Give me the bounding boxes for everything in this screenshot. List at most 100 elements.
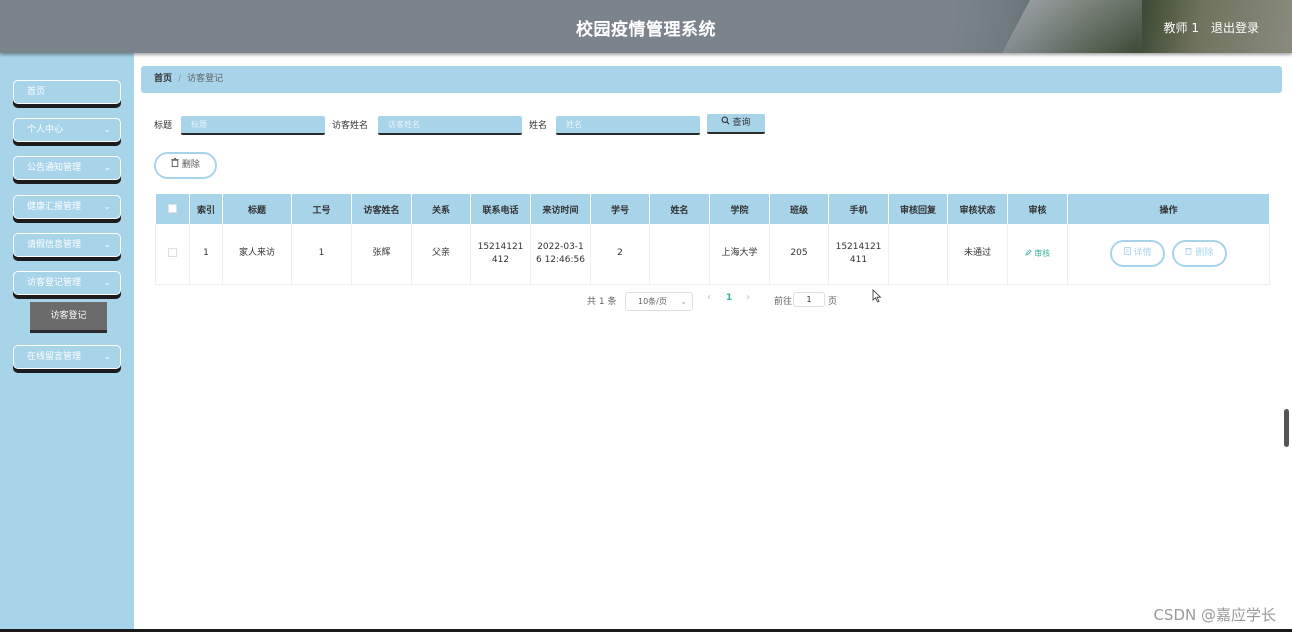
trash-icon <box>1185 248 1195 258</box>
query-button[interactable]: 查询 <box>707 114 765 134</box>
row-delete-button[interactable]: 删除 <box>1171 240 1227 268</box>
sidebar-item-label: 个人中心 <box>27 125 64 135</box>
detail-button[interactable]: 详情 <box>1110 240 1166 268</box>
bulk-delete-button[interactable]: 删除 <box>154 152 217 179</box>
row-delete-label: 删除 <box>1195 248 1214 259</box>
cell-audit-status: 未通过 <box>947 224 1008 285</box>
table-header-cell: 手机 <box>828 194 889 224</box>
select-all-checkbox[interactable] <box>167 204 177 213</box>
search-visitor-name-label: 访客姓名 <box>332 121 369 131</box>
table-header-cell: 姓名 <box>649 194 710 224</box>
detail-button-label: 详情 <box>1133 248 1152 259</box>
cell-student-no: 2 <box>590 224 650 285</box>
cell-phone: 15214121412 <box>470 224 531 285</box>
chevron-down-icon: ⌄ <box>103 163 111 173</box>
chevron-down-icon: ⌄ <box>103 278 111 288</box>
table-header-cell: 审核回复 <box>888 194 948 224</box>
table-header-cell: 工号 <box>291 194 352 224</box>
goto-label: 前往 <box>774 297 793 307</box>
cell-work-no: 1 <box>291 224 352 285</box>
sidebar-item-visitor[interactable]: 访客登记管理 ⌄ <box>13 271 121 295</box>
sidebar-item-label: 访客登记管理 <box>27 278 82 288</box>
search-name-input[interactable] <box>556 116 700 135</box>
document-icon <box>1123 247 1134 258</box>
cell-audit-reply <box>888 224 948 285</box>
table-header-cell: 联系电话 <box>470 194 531 224</box>
table-header-cell: 学院 <box>709 194 770 224</box>
sidebar-item-profile[interactable]: 个人中心 ⌄ <box>13 118 121 142</box>
sidebar-item-messages[interactable]: 在线留言管理 ⌄ <box>13 345 121 369</box>
goto-page-input[interactable]: 1 <box>793 292 825 307</box>
table-header-cell: 索引 <box>189 194 223 224</box>
sidebar-item-home[interactable]: 首页 <box>13 80 121 104</box>
cell-name <box>649 224 710 285</box>
current-user: 教师 1 <box>1163 21 1199 35</box>
sidebar-item-label: 健康汇报管理 <box>27 202 82 212</box>
table-header-cell: 来访时间 <box>530 194 591 224</box>
table-header-cell: 学号 <box>590 194 650 224</box>
header-select-all[interactable] <box>155 194 190 224</box>
cell-college: 上海大学 <box>709 224 770 285</box>
trash-icon <box>171 158 182 170</box>
sidebar-item-notices[interactable]: 公告通知管理 ⌄ <box>13 156 121 180</box>
table-header-cell: 审核 <box>1007 194 1068 224</box>
table-header-cell: 标题 <box>222 194 292 224</box>
row-select-cell <box>155 224 190 285</box>
table-header-cell: 审核状态 <box>947 194 1008 224</box>
table-header-row: 索引 标题 工号 访客姓名 关系 联系电话 来访时间 学号 姓名 学院 班级 手… <box>155 194 1270 224</box>
chevron-down-icon: ⌄ <box>103 125 111 135</box>
sidebar-item-leave[interactable]: 请假信息管理 ⌄ <box>13 233 121 257</box>
row-checkbox[interactable] <box>168 248 177 258</box>
search-visitor-name-input[interactable] <box>378 116 522 135</box>
visitor-table: 索引 标题 工号 访客姓名 关系 联系电话 来访时间 学号 姓名 学院 班级 手… <box>155 194 1270 285</box>
bulk-delete-label: 删除 <box>181 160 200 170</box>
cell-operations: 详情 删除 <box>1067 224 1270 285</box>
search-name-label: 姓名 <box>529 121 548 131</box>
mouse-cursor-icon <box>872 289 882 303</box>
audit-link-label: 审核 <box>1034 248 1051 258</box>
pagination-total: 共 1 条 <box>587 297 617 307</box>
chevron-down-icon: ⌄ <box>103 352 111 362</box>
table-header-cell: 操作 <box>1067 194 1270 224</box>
sidebar-item-label: 在线留言管理 <box>27 352 82 362</box>
sidebar-item-label: 请假信息管理 <box>27 240 82 250</box>
current-page-number[interactable]: 1 <box>726 293 732 303</box>
table-header-cell: 访客姓名 <box>351 194 412 224</box>
cell-index: 1 <box>189 224 223 285</box>
page-unit-label: 页 <box>828 297 838 307</box>
table-header-cell: 班级 <box>769 194 829 224</box>
page-size-value: 10条/页 <box>638 297 667 306</box>
breadcrumb-home[interactable]: 首页 <box>154 74 172 84</box>
watermark-text: CSDN @嘉应学长 <box>1153 606 1276 624</box>
chevron-down-icon: ⌄ <box>103 240 111 250</box>
table-row: 1 家人来访 1 张辉 父亲 15214121412 2022-03-16 12… <box>155 224 1270 285</box>
search-title-input[interactable] <box>181 116 325 135</box>
chevron-down-icon: ⌄ <box>103 202 111 212</box>
sidebar-subitem-visitor-register[interactable]: 访客登记 <box>30 302 107 330</box>
logout-link[interactable]: 退出登录 <box>1211 19 1259 36</box>
sidebar-item-health-report[interactable]: 健康汇报管理 ⌄ <box>13 195 121 219</box>
cell-relation: 父亲 <box>411 224 471 285</box>
cell-mobile: 15214121411 <box>828 224 889 285</box>
cell-visitor-name: 张辉 <box>351 224 412 285</box>
audit-link[interactable]: 审核 <box>1025 248 1051 258</box>
page-size-select[interactable]: 10条/页 ⌄ <box>625 292 693 311</box>
next-page-icon[interactable]: › <box>746 292 750 303</box>
chevron-down-icon: ⌄ <box>680 297 687 306</box>
cell-audit: 审核 <box>1007 224 1068 285</box>
scrollbar-thumb[interactable] <box>1284 409 1289 447</box>
breadcrumb-separator: / <box>178 74 182 84</box>
query-button-label: 查询 <box>732 118 751 128</box>
top-header: 校园疫情管理系统 教师 1 退出登录 <box>0 0 1292 53</box>
app-frame: 校园疫情管理系统 教师 1 退出登录 首页 个人中心 ⌄ 公告通知管理 ⌄ 健康… <box>0 0 1292 632</box>
sidebar-item-label: 首页 <box>27 87 46 97</box>
sidebar-item-label: 公告通知管理 <box>27 163 82 173</box>
search-icon <box>721 114 730 133</box>
breadcrumb: 首页 / 访客登记 <box>141 66 1282 93</box>
cell-visit-time: 2022-03-16 12:46:56 <box>530 224 591 285</box>
breadcrumb-current: 访客登记 <box>187 74 224 84</box>
prev-page-icon[interactable]: ‹ <box>707 292 711 303</box>
edit-icon <box>1025 249 1035 258</box>
table-header-cell: 关系 <box>411 194 471 224</box>
cell-class: 205 <box>769 224 829 285</box>
